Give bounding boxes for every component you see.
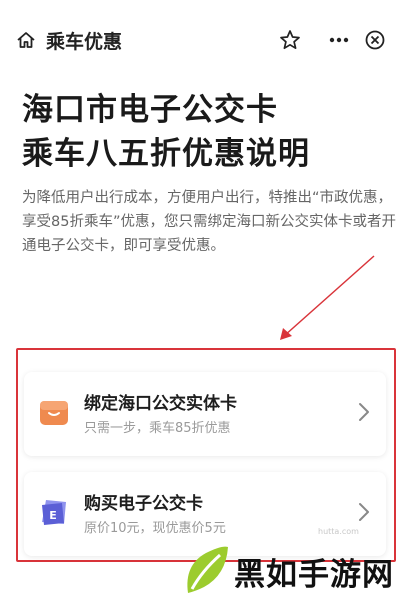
- option-subtitle: 只需一步，乘车85折优惠: [84, 421, 231, 436]
- svg-text:E: E: [49, 509, 57, 522]
- header-title: 乘车优惠: [46, 31, 123, 53]
- option-bind-physical-card[interactable]: 绑定海口公交实体卡 只需一步，乘车85折优惠: [24, 372, 386, 456]
- chevron-right-icon: [359, 403, 369, 421]
- close-icon[interactable]: [364, 29, 386, 51]
- watermark-url: hutta.com: [318, 527, 359, 536]
- annotation-arrow: [280, 255, 375, 340]
- wallet-icon: [40, 401, 68, 425]
- intro-text: 为降低用户出行成本，方便用户出行，特推出“市政优惠，享受85折乘车”优惠，您只需…: [22, 190, 396, 254]
- leaf-logo-icon: [187, 546, 228, 593]
- page-title: 海口市电子公交卡 乘车八五折优惠说明: [22, 88, 392, 176]
- e-card-icon: E: [42, 500, 66, 525]
- watermark-text: 黑如手游网: [234, 557, 394, 593]
- top-nav-bar: 乘车优惠: [0, 0, 406, 78]
- page-title-line-1: 海口市电子公交卡: [22, 92, 278, 128]
- option-subtitle: 原价10元，现优惠价5元: [84, 521, 226, 536]
- home-icon[interactable]: [16, 30, 36, 50]
- option-title: 购买电子公交卡: [84, 494, 203, 514]
- more-icon[interactable]: [328, 30, 350, 50]
- star-icon[interactable]: [279, 29, 301, 51]
- watermark: 黑如手游网: [182, 543, 402, 597]
- page-title-line-2: 乘车八五折优惠说明: [22, 136, 310, 172]
- option-title: 绑定海口公交实体卡: [84, 394, 237, 414]
- chevron-right-icon: [359, 503, 369, 521]
